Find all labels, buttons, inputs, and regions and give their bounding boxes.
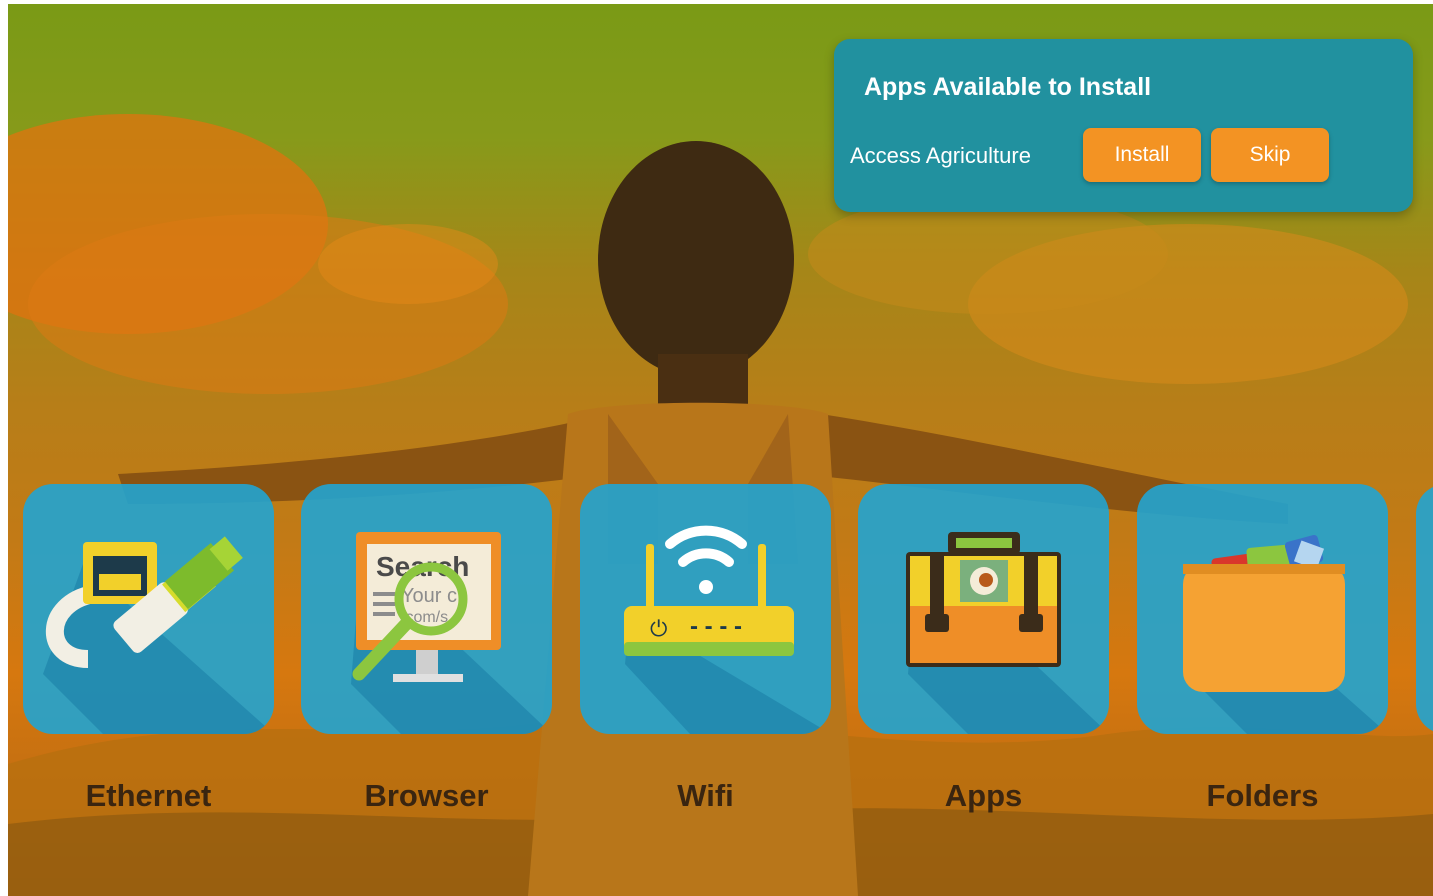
tile-next-partial[interactable]: [1416, 484, 1433, 734]
router-power-symbol: ⏻: [650, 617, 667, 642]
tile-browser[interactable]: Search Your c .com/s: [301, 484, 552, 734]
browser-icon-line1-text: Your c: [401, 585, 457, 607]
tile-ethernet[interactable]: [23, 484, 274, 734]
tile-label-folders: Folders: [1206, 778, 1319, 813]
install-button[interactable]: Install: [1083, 128, 1201, 182]
tile-label-apps: Apps: [944, 778, 1023, 813]
wifi-router-icon: ⏻ - - - -: [624, 525, 831, 734]
install-prompt-card: Apps Available to Install Access Agricul…: [834, 39, 1413, 212]
ethernet-cable-icon: [43, 536, 274, 734]
tile-label-wifi: Wifi: [677, 778, 734, 813]
install-app-name: Access Agriculture: [850, 143, 1031, 168]
install-prompt-title: Apps Available to Install: [864, 73, 1152, 101]
toolbox-icon: [906, 532, 1109, 734]
home-screen: Apps Available to Install Access Agricul…: [0, 0, 1433, 896]
router-dashes: - - - -: [690, 613, 742, 640]
tile-label-browser: Browser: [364, 778, 489, 813]
tile-label-ethernet: Ethernet: [85, 778, 212, 813]
browser-search-icon: Search Your c .com/s: [351, 532, 552, 734]
tile-apps[interactable]: [858, 484, 1109, 734]
skip-button[interactable]: Skip: [1211, 128, 1329, 182]
tile-folders[interactable]: [1137, 484, 1388, 734]
folder-icon: [1183, 534, 1388, 734]
tile-wifi[interactable]: ⏻ - - - -: [580, 484, 831, 734]
